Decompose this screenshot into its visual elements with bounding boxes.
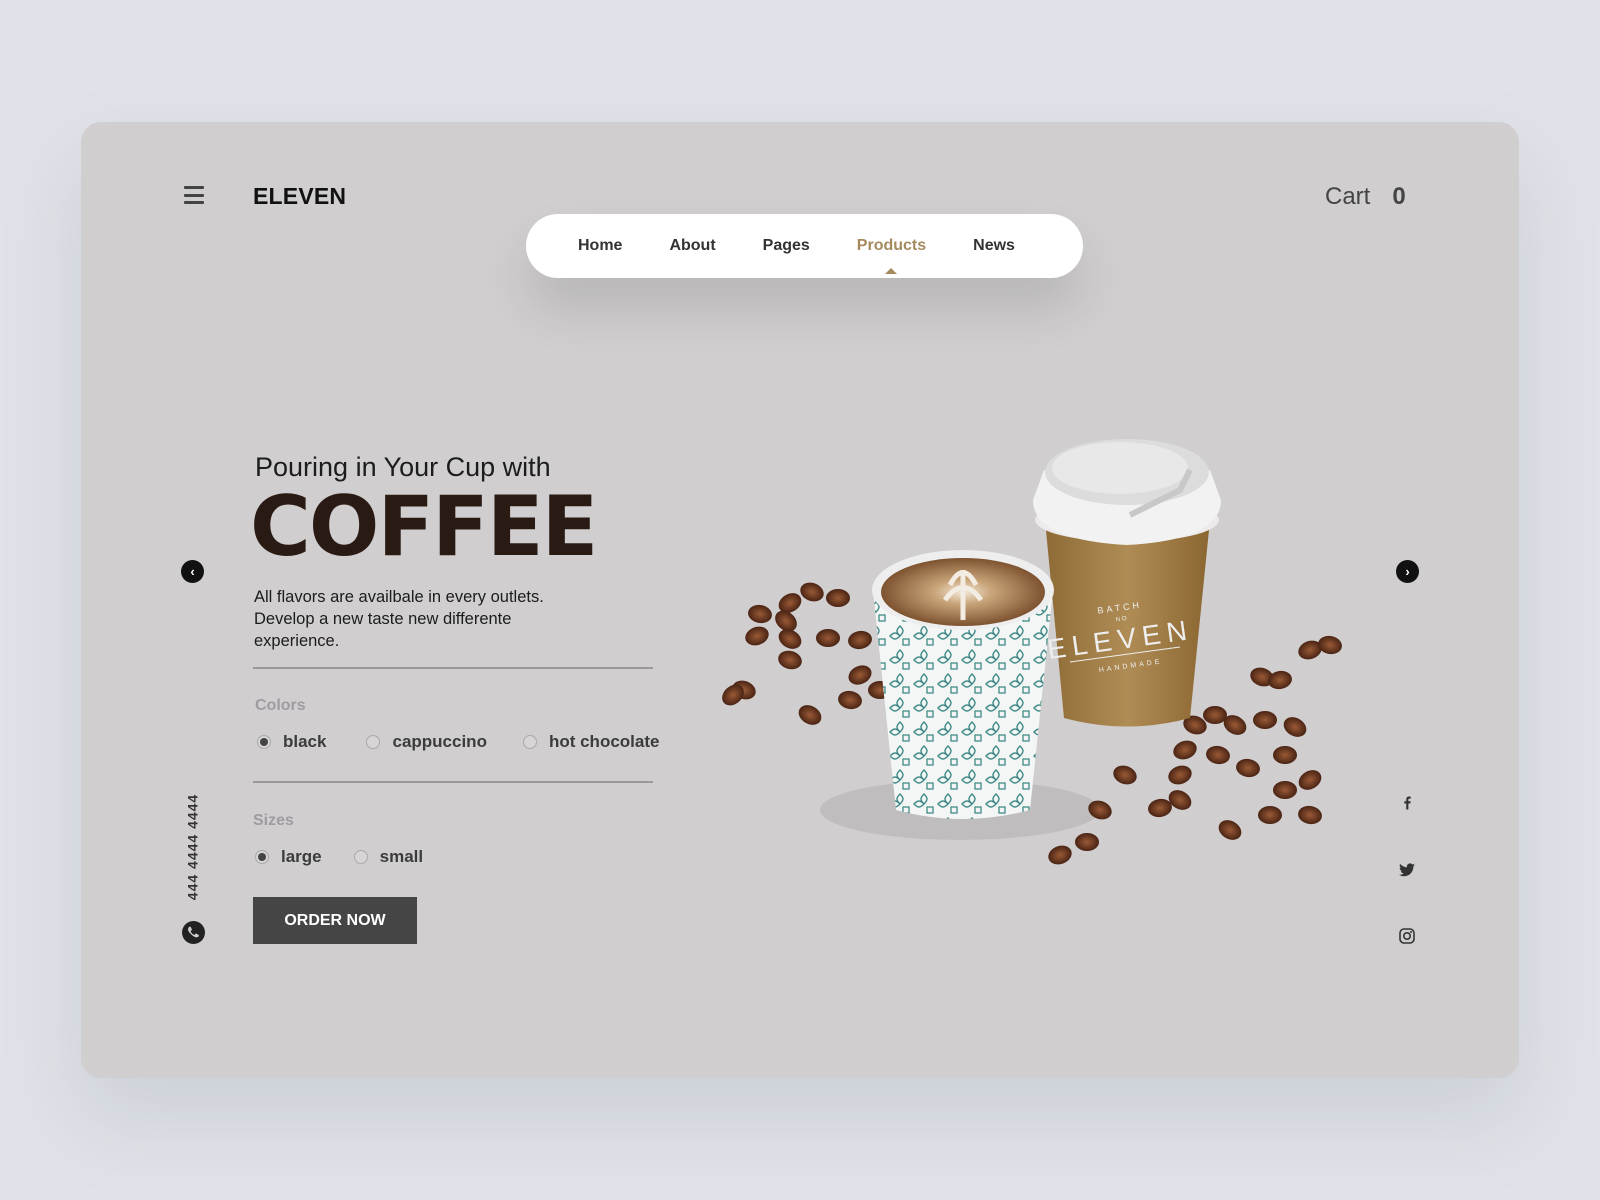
radio-button[interactable] — [257, 735, 271, 749]
twitter-icon[interactable] — [1398, 861, 1416, 879]
coffee-bean — [798, 705, 822, 725]
coffee-bean — [1318, 635, 1342, 655]
sizes-options: large small — [255, 847, 423, 867]
chevron-left-icon: ‹ — [190, 564, 195, 579]
nav-about[interactable]: About — [669, 237, 715, 255]
coffee-bean — [748, 604, 772, 624]
coffee-bean — [1253, 711, 1277, 729]
prev-slide-button[interactable]: ‹ — [181, 560, 204, 583]
radio-button[interactable] — [353, 850, 368, 864]
coffee-bean — [848, 665, 872, 685]
coffee-bean — [745, 626, 769, 646]
hero-title: COFFEE — [250, 478, 598, 575]
coffee-bean — [1236, 758, 1260, 778]
coffee-bean — [1075, 833, 1099, 851]
coffee-bean — [1298, 805, 1322, 825]
option-label: cappuccino — [392, 732, 487, 751]
cart-count: 0 — [1392, 183, 1406, 210]
option-label: large — [281, 847, 322, 866]
coffee-bean — [826, 589, 850, 607]
coffee-bean — [1206, 745, 1230, 765]
coffee-bean — [1283, 717, 1307, 737]
coffee-bean — [816, 629, 840, 647]
sizes-label: Sizes — [253, 812, 294, 829]
coffee-bean — [1273, 746, 1297, 764]
coffee-bean — [1048, 845, 1072, 865]
main-nav: Home About Pages Products News — [526, 214, 1083, 278]
divider — [253, 667, 653, 669]
color-option-hot-chocolate[interactable]: hot chocolate — [522, 732, 660, 752]
coffee-cups-image: BATCH NO ELEVEN HANDMADE — [722, 439, 1342, 865]
color-option-cappuccino[interactable]: cappuccino — [366, 732, 487, 752]
size-option-small[interactable]: small — [353, 847, 424, 867]
cart-label: Cart — [1325, 183, 1371, 210]
hamburger-menu-icon[interactable] — [184, 186, 204, 204]
coffee-bean — [1258, 806, 1282, 824]
coffee-bean — [1298, 770, 1322, 790]
chevron-right-icon: › — [1405, 564, 1410, 579]
coffee-bean — [800, 582, 824, 602]
coffee-bean — [1218, 820, 1242, 840]
hero-description: All flavors are availbale in every outle… — [254, 588, 544, 650]
order-now-button[interactable]: ORDER NOW — [253, 897, 417, 944]
phone-number[interactable]: 444 4444 4444 — [185, 765, 201, 930]
colors-label: Colors — [255, 697, 306, 714]
coffee-bean — [1173, 740, 1197, 760]
phone-icon[interactable] — [182, 921, 205, 944]
radio-button[interactable] — [366, 735, 381, 749]
coffee-bean — [1273, 781, 1297, 799]
coffee-bean — [848, 630, 872, 650]
instagram-icon[interactable] — [1398, 927, 1416, 945]
option-label: black — [283, 732, 327, 751]
facebook-icon[interactable] — [1398, 794, 1416, 812]
coffee-bean — [1203, 706, 1227, 724]
radio-button[interactable] — [522, 735, 537, 749]
option-label: small — [379, 847, 424, 866]
next-slide-button[interactable]: › — [1396, 560, 1419, 583]
nav-pages[interactable]: Pages — [763, 237, 810, 255]
cart-link[interactable]: Cart 0 — [1325, 183, 1406, 211]
color-option-black[interactable]: black — [257, 732, 326, 752]
size-option-large[interactable]: large — [255, 847, 322, 867]
nav-news[interactable]: News — [973, 237, 1015, 255]
radio-button[interactable] — [255, 850, 269, 864]
divider — [253, 781, 653, 783]
coffee-bean — [838, 690, 862, 710]
option-label: hot chocolate — [548, 732, 660, 751]
nav-products[interactable]: Products — [857, 237, 926, 274]
logo[interactable]: ELEVEN — [253, 183, 346, 210]
coffee-bean — [1168, 765, 1192, 785]
coffee-bean — [778, 650, 802, 670]
nav-home[interactable]: Home — [578, 237, 622, 255]
coffee-bean — [1113, 765, 1137, 785]
colors-options: black cappuccino hot chocolate — [257, 732, 659, 752]
